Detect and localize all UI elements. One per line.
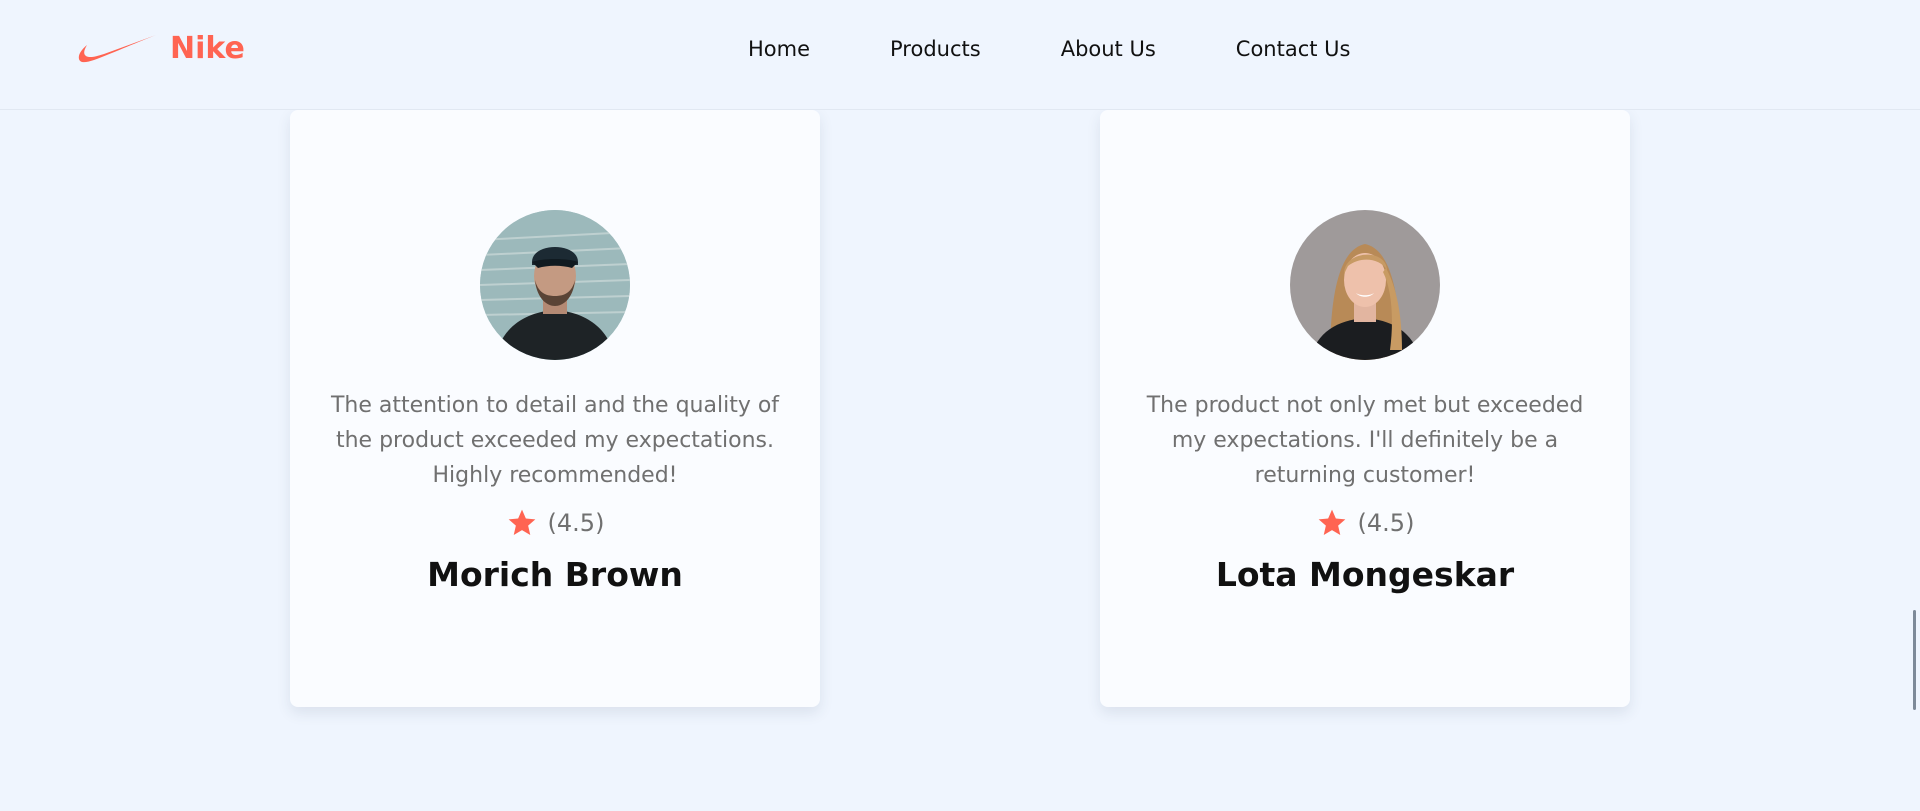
rating-value: (4.5) <box>547 509 605 537</box>
review-card: The product not only met but exceeded my… <box>1100 110 1630 707</box>
brand-logo[interactable]: Nike <box>78 31 245 66</box>
rating-value: (4.5) <box>1357 509 1415 537</box>
nav-about-us[interactable]: About Us <box>1061 37 1156 61</box>
page-scrollbar[interactable] <box>1913 610 1916 710</box>
star-icon <box>1318 509 1345 535</box>
woman-avatar-photo <box>1290 210 1440 360</box>
nav-home[interactable]: Home <box>748 37 810 61</box>
star-icon <box>508 509 535 535</box>
man-avatar-photo <box>480 210 630 360</box>
review-card: The attention to detail and the quality … <box>290 110 820 707</box>
main-nav: Home Products About Us Contact Us <box>748 37 1350 61</box>
nav-contact-us[interactable]: Contact Us <box>1236 37 1351 61</box>
reviewer-name: Morich Brown <box>427 555 683 594</box>
swoosh-icon <box>78 34 156 62</box>
brand-name: Nike <box>170 31 245 66</box>
reviewer-name: Lota Mongeskar <box>1215 555 1515 594</box>
rating: (4.5) <box>1100 507 1630 539</box>
nav-products[interactable]: Products <box>890 37 981 61</box>
avatar <box>480 210 630 360</box>
page: Nike Home Products About Us Contact Us T… <box>0 0 1920 811</box>
site-header: Nike Home Products About Us Contact Us <box>0 0 1920 110</box>
rating: (4.5) <box>290 507 820 539</box>
review-text: The product not only met but exceeded my… <box>1146 393 1584 488</box>
avatar <box>1290 210 1440 360</box>
review-text: The attention to detail and the quality … <box>330 393 780 488</box>
